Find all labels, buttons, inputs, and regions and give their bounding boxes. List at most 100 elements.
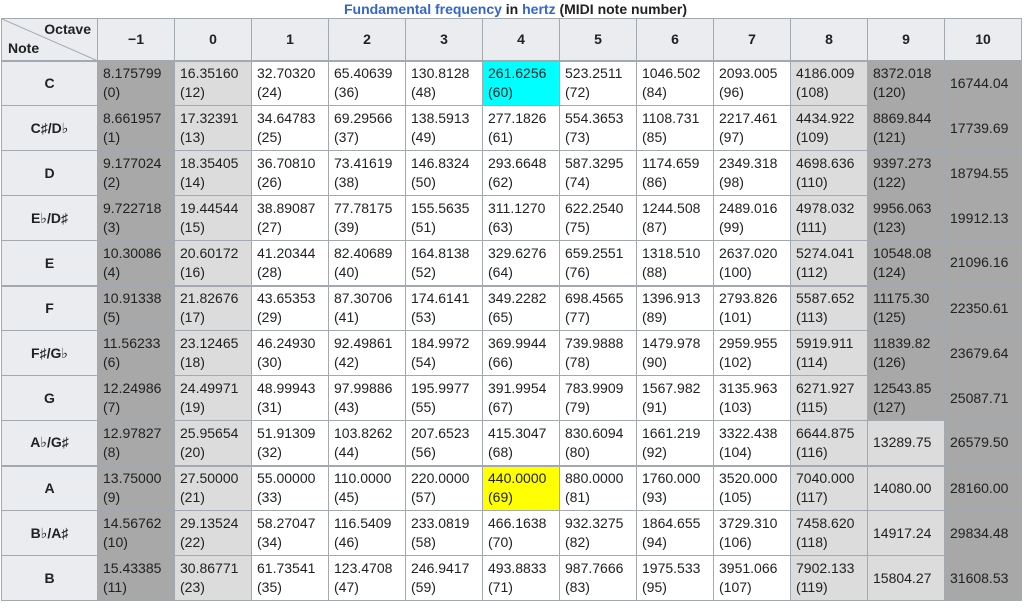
frequency-value: 1244.508	[642, 200, 701, 216]
midi-note-number: (77)	[565, 309, 590, 326]
midi-note-number: (80)	[565, 443, 590, 460]
frequency-value: 11839.82	[873, 335, 931, 351]
frequency-value: 29.13524	[180, 515, 239, 531]
frequency-value: 4434.922	[796, 110, 855, 126]
frequency-value: 58.27047	[257, 515, 316, 531]
midi-note-number: (110)	[796, 174, 828, 190]
frequency-value: 16.35160	[180, 65, 239, 82]
midi-note-number: (87)	[642, 219, 667, 235]
midi-note-number: (8)	[103, 443, 121, 460]
frequency-cell: 15804.27	[867, 555, 945, 601]
frequency-value: 27.50000	[180, 470, 239, 487]
frequency-cell: 1244.508 (87)	[636, 195, 714, 241]
frequency-cell: 698.4565 (77)	[559, 284, 637, 331]
frequency-cell: 659.2551 (76)	[559, 240, 637, 286]
midi-note-number: (60)	[488, 84, 513, 101]
frequency-cell: 2489.016 (99)	[713, 195, 791, 241]
frequency-cell: 233.0819 (58)	[405, 510, 483, 556]
frequency-cell: 13289.75	[867, 420, 945, 466]
midi-note-number: (54)	[411, 354, 436, 370]
frequency-value: 440.0000	[488, 470, 547, 487]
frequency-value: 622.2540	[565, 200, 624, 216]
frequency-value: 32.70320	[257, 65, 316, 82]
frequency-cell: 20.60172 (16)	[174, 240, 252, 286]
frequency-cell: 554.3653 (73)	[559, 105, 637, 151]
frequency-cell: 1479.978 (90)	[636, 330, 714, 376]
frequency-cell: 13.75000 (9)	[97, 464, 175, 511]
midi-note-number: (18)	[180, 354, 205, 370]
frequency-cell: 61.73541 (35)	[251, 555, 329, 601]
midi-note-number: (67)	[488, 399, 513, 415]
frequency-value: 466.1638	[488, 515, 547, 531]
octave-header: 3	[405, 18, 483, 61]
midi-note-number: (83)	[565, 579, 590, 595]
midi-note-number: (100)	[719, 263, 752, 280]
midi-note-number: (44)	[334, 443, 359, 460]
midi-note-number: (15)	[180, 219, 205, 235]
frequency-value: 1174.659	[642, 155, 700, 171]
frequency-cell: 34.64783 (25)	[251, 105, 329, 151]
frequency-value: 19.44544	[180, 200, 239, 216]
note-row: C 8.175799 (0) 16.35160 (12) 32.70320 (24) 65.4…	[1, 59, 1022, 106]
frequency-cell: 21.82676 (17)	[174, 284, 252, 331]
frequency-value: 14917.24	[873, 524, 932, 541]
frequency-value: 3322.438	[719, 424, 778, 441]
frequency-value: 48.99943	[257, 380, 316, 396]
midi-note-number: (108)	[796, 84, 829, 101]
fundamental-frequency-link[interactable]: Fundamental frequency	[344, 1, 502, 17]
frequency-value: 9.722718	[103, 200, 162, 216]
frequency-value: 1661.219	[642, 424, 701, 441]
frequency-value: 5587.652	[796, 290, 855, 307]
midi-note-number: (21)	[180, 489, 205, 506]
frequency-value: 138.5913	[411, 110, 470, 126]
frequency-cell: 2093.005 (96)	[713, 59, 791, 106]
frequency-cell: 130.8128 (48)	[405, 59, 483, 106]
frequency-value: 932.3275	[565, 515, 624, 531]
frequency-cell: 246.9417 (59)	[405, 555, 483, 601]
frequency-cell: 97.99886 (43)	[328, 375, 406, 421]
frequency-value: 277.1826	[488, 110, 547, 126]
midi-note-number: (5)	[103, 309, 121, 326]
frequency-cell: 10548.08 (124)	[867, 240, 945, 286]
frequency-cell: 4698.636 (110)	[790, 150, 868, 196]
midi-note-number: (41)	[334, 309, 359, 326]
frequency-value: 415.3047	[488, 424, 547, 441]
hertz-link[interactable]: hertz	[522, 1, 555, 17]
frequency-value: 261.6256	[488, 65, 547, 82]
midi-note-number: (102)	[719, 354, 752, 370]
frequency-cell: 29834.48	[944, 510, 1022, 556]
frequency-cell: 9956.063 (123)	[867, 195, 945, 241]
frequency-value: 5919.911	[796, 335, 854, 351]
frequency-cell: 14.56762 (10)	[97, 510, 175, 556]
midi-note-number: (70)	[488, 534, 513, 550]
frequency-cell: 293.6648 (62)	[482, 150, 560, 196]
midi-note-number: (30)	[257, 354, 282, 370]
octave-header: 0	[174, 18, 252, 61]
frequency-cell: 174.6141 (53)	[405, 284, 483, 331]
frequency-value: 9.177024	[103, 155, 162, 171]
midi-note-number: (40)	[334, 263, 359, 280]
midi-note-number: (53)	[411, 309, 436, 326]
note-row: A♭/G♯ 12.97827 (8) 25.95654 (20) 51.91309 (32)…	[1, 420, 1022, 466]
midi-note-number: (45)	[334, 489, 359, 506]
frequency-value: 36.70810	[257, 155, 316, 171]
note-row: A 13.75000 (9) 27.50000 (21) 55.00000 (33) 110.…	[1, 464, 1022, 511]
frequency-cell: 25087.71	[944, 375, 1022, 421]
midi-note-number: (117)	[796, 489, 828, 506]
frequency-value: 1318.510	[642, 244, 701, 261]
midi-note-number: (38)	[334, 174, 359, 190]
frequency-value: 17.32391	[180, 110, 239, 126]
note-name: F♯/G♭	[1, 330, 98, 376]
frequency-cell: 55.00000 (33)	[251, 464, 329, 511]
frequency-value: 7040.000	[796, 470, 855, 487]
note-name: A♭/G♯	[1, 420, 98, 466]
frequency-value: 493.8833	[488, 560, 547, 576]
frequency-cell: 58.27047 (34)	[251, 510, 329, 556]
midi-note-number: (57)	[411, 489, 436, 506]
frequency-cell: 783.9909 (79)	[559, 375, 637, 421]
frequency-value: 82.40689	[334, 244, 393, 261]
midi-note-number: (49)	[411, 129, 436, 145]
frequency-value: 10.91338	[103, 290, 162, 307]
frequency-cell: 6271.927 (115)	[790, 375, 868, 421]
midi-note-number: (24)	[257, 84, 282, 101]
